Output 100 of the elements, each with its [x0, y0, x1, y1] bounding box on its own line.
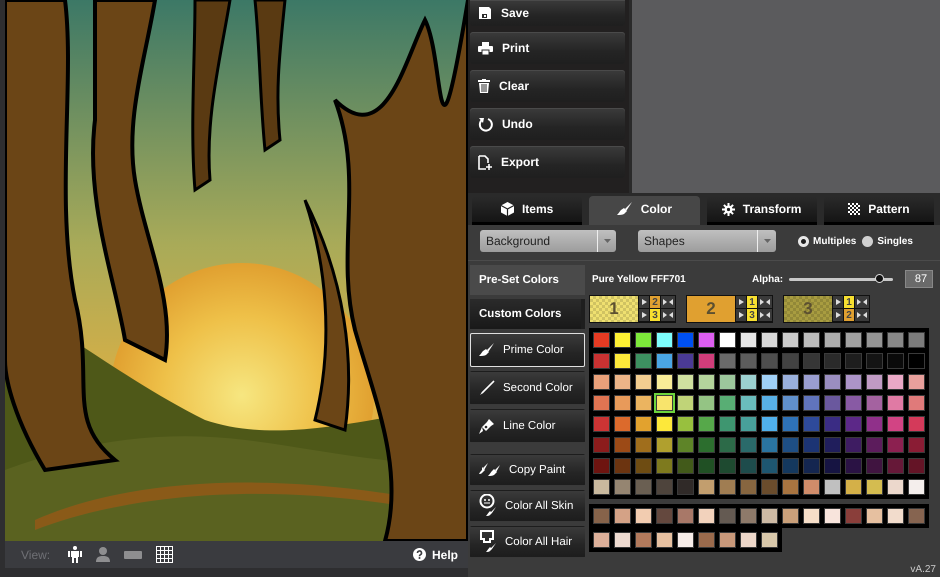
- color-swatch[interactable]: [908, 458, 925, 474]
- color-swatch[interactable]: [740, 458, 757, 474]
- color-swatch[interactable]: [740, 395, 757, 411]
- color-swatch[interactable]: [740, 374, 757, 390]
- bust-icon[interactable]: [96, 547, 110, 562]
- color-swatch[interactable]: [824, 508, 841, 524]
- color-swatch[interactable]: [593, 395, 610, 411]
- color-swatch[interactable]: [761, 416, 778, 432]
- color-swatch[interactable]: [677, 458, 694, 474]
- color-swatch[interactable]: [803, 374, 820, 390]
- palette-tab[interactable]: Pre-Set Colors: [470, 265, 585, 295]
- color-swatch[interactable]: [614, 374, 631, 390]
- color-swatch[interactable]: [887, 508, 904, 524]
- color-swatch[interactable]: [866, 458, 883, 474]
- color-swatch[interactable]: [614, 353, 631, 369]
- color-swatch[interactable]: [866, 416, 883, 432]
- color-swatch[interactable]: [803, 458, 820, 474]
- play-icon[interactable]: [738, 299, 744, 305]
- color-swatch[interactable]: [593, 437, 610, 453]
- color-swatch[interactable]: [698, 374, 715, 390]
- color-swatch[interactable]: [761, 353, 778, 369]
- slot-number[interactable]: 3: [650, 309, 660, 321]
- dropdown[interactable]: Shapes: [638, 230, 776, 252]
- color-swatch[interactable]: [761, 332, 778, 348]
- color-swatch[interactable]: [887, 332, 904, 348]
- play-icon[interactable]: [642, 299, 646, 305]
- rectangle-icon[interactable]: [124, 550, 142, 558]
- tab[interactable]: Color: [589, 196, 700, 225]
- color-swatch[interactable]: [656, 508, 673, 524]
- color-swatch[interactable]: [740, 332, 757, 348]
- color-swatch[interactable]: [656, 374, 673, 390]
- color-swatch[interactable]: [740, 353, 757, 369]
- paint-target-button[interactable]: Line Color: [470, 409, 585, 443]
- action-button[interactable]: Color All Hair: [470, 526, 585, 558]
- action-button[interactable]: Color All Skin: [470, 490, 585, 522]
- color-swatch[interactable]: [782, 479, 799, 495]
- color-swatch[interactable]: [887, 479, 904, 495]
- color-swatch[interactable]: [782, 437, 799, 453]
- color-swatch[interactable]: [866, 353, 883, 369]
- color-swatch[interactable]: [866, 479, 883, 495]
- color-swatch[interactable]: [635, 374, 652, 390]
- color-swatch[interactable]: [782, 458, 799, 474]
- color-swatch[interactable]: [698, 458, 715, 474]
- color-swatch[interactable]: [803, 395, 820, 411]
- color-swatch[interactable]: [887, 458, 904, 474]
- color-swatch[interactable]: [593, 532, 610, 548]
- help-button[interactable]: Help: [412, 548, 458, 562]
- color-swatch[interactable]: [908, 479, 925, 495]
- toolbar-button[interactable]: Export: [470, 146, 625, 178]
- color-swatch[interactable]: [614, 532, 631, 548]
- slider-thumb[interactable]: [874, 274, 884, 282]
- color-swatch[interactable]: [908, 332, 925, 348]
- full-body-icon[interactable]: [68, 546, 82, 563]
- color-swatch[interactable]: [593, 458, 610, 474]
- color-swatch[interactable]: [782, 332, 799, 348]
- color-swatch[interactable]: [740, 508, 757, 524]
- toolbar-button[interactable]: Save: [470, 0, 625, 26]
- color-swatch[interactable]: [593, 416, 610, 432]
- color-swatch[interactable]: [782, 353, 799, 369]
- color-swatch[interactable]: [614, 416, 631, 432]
- color-swatch[interactable]: [824, 395, 841, 411]
- color-swatch[interactable]: [719, 479, 736, 495]
- color-swatch[interactable]: [698, 479, 715, 495]
- color-swatch[interactable]: [656, 437, 673, 453]
- color-swatch[interactable]: [761, 479, 778, 495]
- color-swatch[interactable]: [593, 374, 610, 390]
- slot-number[interactable]: 1: [844, 296, 854, 308]
- color-swatch[interactable]: [698, 353, 715, 369]
- grid-icon[interactable]: [156, 546, 174, 563]
- color-swatch[interactable]: [845, 479, 862, 495]
- color-swatch[interactable]: [887, 353, 904, 369]
- color-swatch[interactable]: [845, 353, 862, 369]
- color-swatch[interactable]: [740, 532, 757, 548]
- color-swatch[interactable]: [803, 353, 820, 369]
- color-swatch[interactable]: [803, 479, 820, 495]
- swap-icon[interactable]: [760, 299, 770, 305]
- color-swatch[interactable]: [677, 395, 694, 411]
- swap-icon[interactable]: [663, 312, 673, 318]
- color-swatch[interactable]: [656, 332, 673, 348]
- play-icon[interactable]: [642, 312, 646, 318]
- color-swatch[interactable]: [677, 353, 694, 369]
- color-swatch[interactable]: [824, 437, 841, 453]
- color-swatch[interactable]: [908, 416, 925, 432]
- color-swatch[interactable]: [593, 332, 610, 348]
- color-swatch[interactable]: [845, 437, 862, 453]
- play-icon[interactable]: [738, 312, 744, 318]
- color-swatch[interactable]: [698, 532, 715, 548]
- radio-option[interactable]: Singles: [862, 236, 913, 246]
- color-swatch[interactable]: [677, 374, 694, 390]
- color-swatch[interactable]: [593, 479, 610, 495]
- color-swatch[interactable]: [677, 437, 694, 453]
- color-swatch[interactable]: [635, 332, 652, 348]
- color-swatch[interactable]: [845, 508, 862, 524]
- color-swatch[interactable]: [614, 332, 631, 348]
- color-swatch[interactable]: [719, 395, 736, 411]
- toolbar-button[interactable]: Clear: [470, 70, 625, 102]
- paint-target-button[interactable]: Second Color: [470, 371, 585, 405]
- color-swatch[interactable]: [677, 332, 694, 348]
- play-icon[interactable]: [836, 299, 840, 305]
- color-swatch[interactable]: [635, 353, 652, 369]
